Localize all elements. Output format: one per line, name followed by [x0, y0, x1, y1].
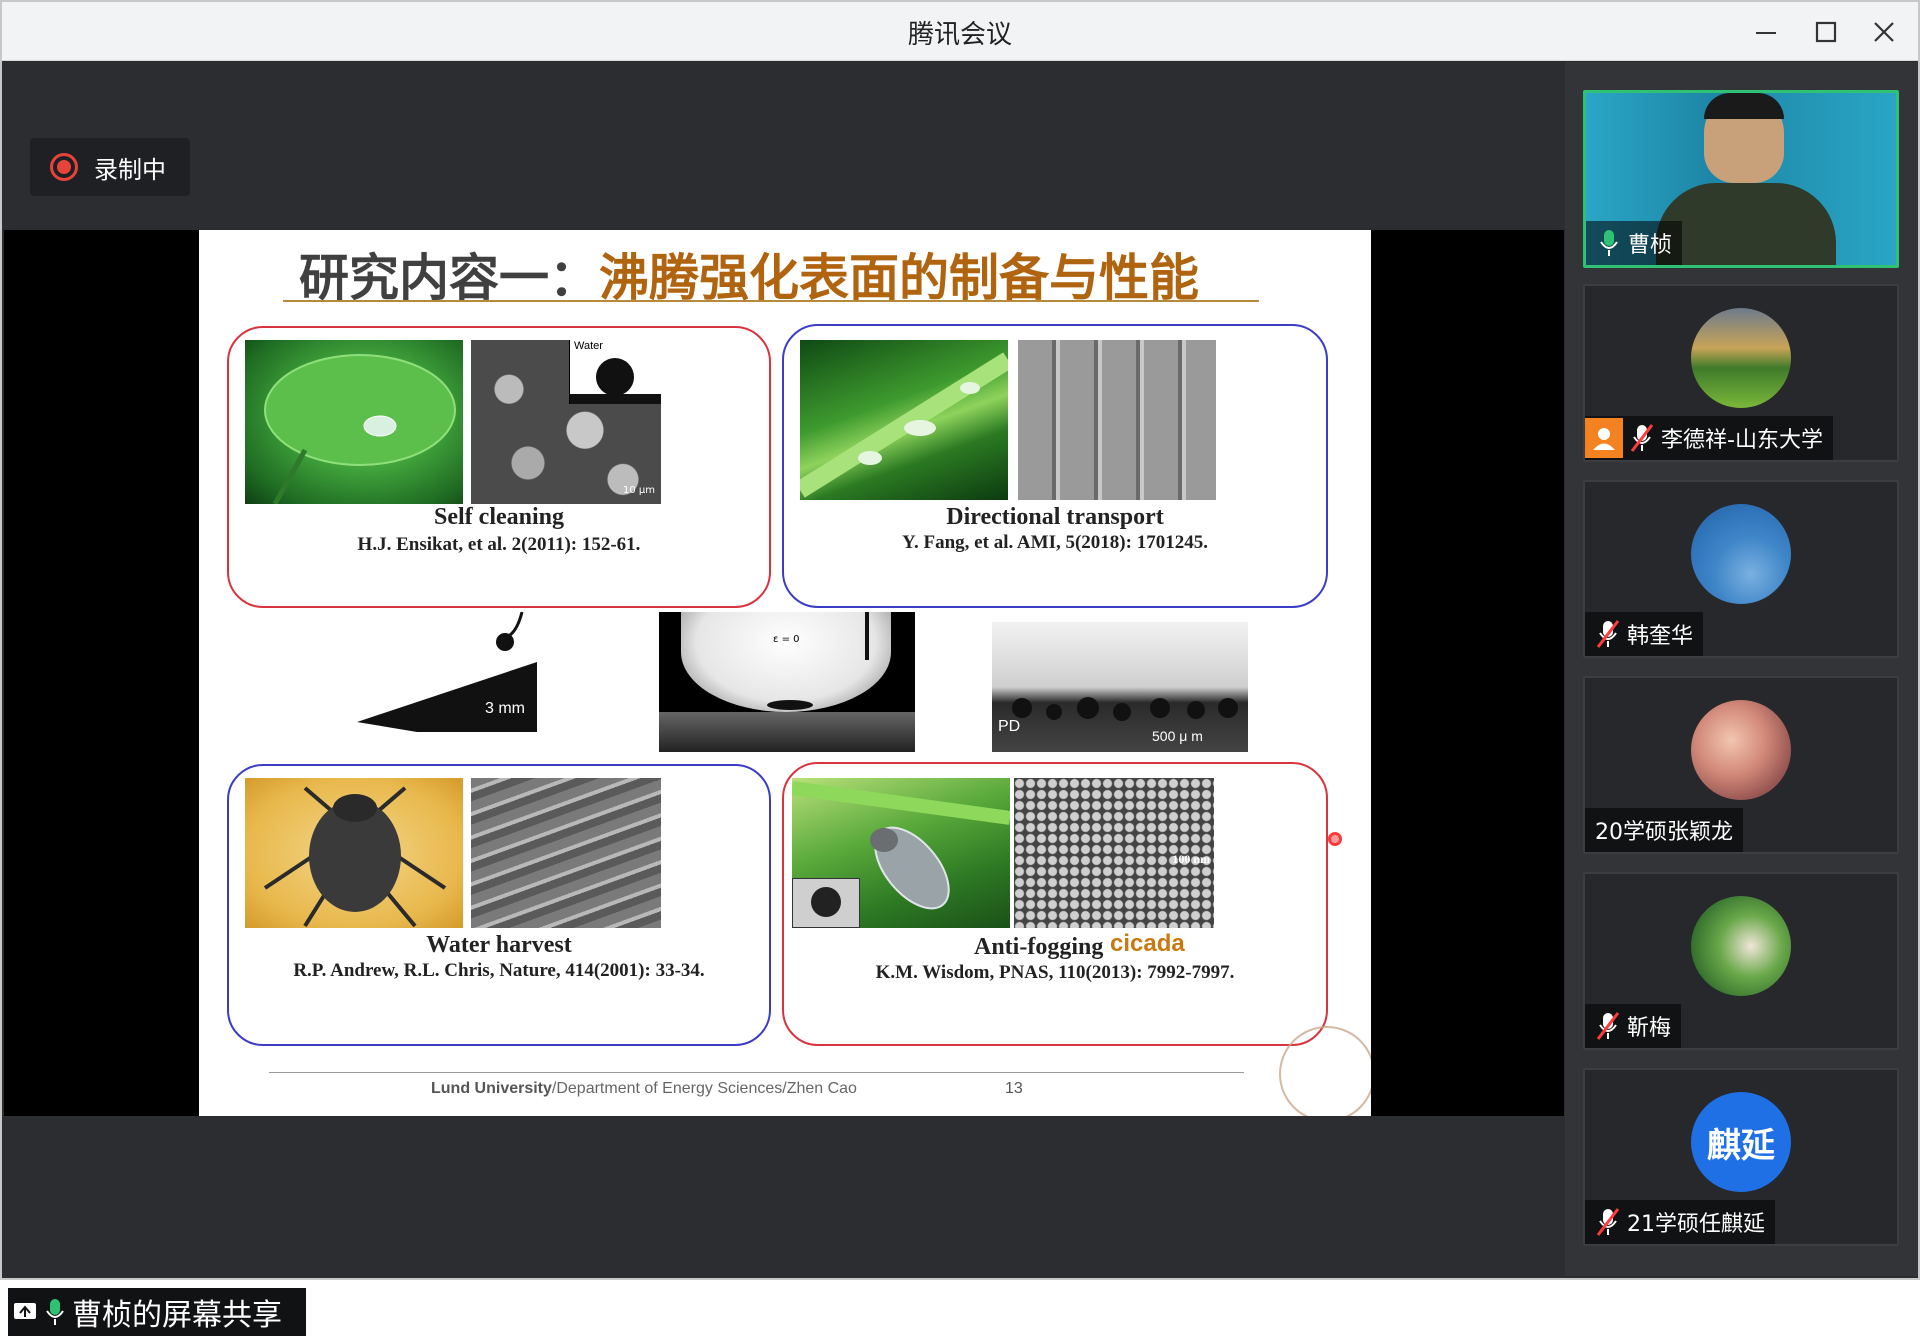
- participant-name: 21学硕任麒延: [1627, 1212, 1765, 1237]
- participant-nametag: 韩奎华: [1585, 612, 1704, 656]
- avatar: [1691, 308, 1791, 408]
- minimize-icon: [1756, 32, 1776, 34]
- participant-name: 韩奎华: [1627, 624, 1694, 649]
- slide-page-number: 13: [1005, 1080, 1023, 1097]
- footer-institution: Lund University: [431, 1080, 552, 1097]
- footer-rule: [269, 1072, 1244, 1073]
- avatar-initials: 麒延: [1691, 1092, 1791, 1192]
- screen-share-icon: [14, 1303, 36, 1319]
- slope-scale-label: 3 mm: [485, 700, 525, 717]
- shared-screen-area: 录制中 研究内容一：沸腾强化表面的制备与性能 Water 10 µm Self …: [4, 62, 1564, 1336]
- footer-department: /Department of Energy Sciences/Zhen Cao: [551, 1080, 857, 1097]
- record-icon: [50, 153, 78, 181]
- participant-nametag: 曹桢: [1586, 221, 1683, 265]
- droplet-array-image: PD 500 μ m: [992, 622, 1248, 752]
- slope-droplet-diagram: 3 mm: [357, 612, 547, 732]
- title-bar: 腾讯会议: [0, 0, 1920, 61]
- title-underline: [283, 300, 1259, 302]
- meeting-window: 腾讯会议 录制中 研究内容一：沸腾强化表面的制备与性能 Water 10 µm …: [0, 0, 1920, 1336]
- participant-tile[interactable]: 李德祥-山东大学: [1583, 284, 1899, 462]
- sem-micro-pillars-image: Water 10 µm: [471, 340, 661, 504]
- panel-title: Directional transport: [946, 504, 1164, 530]
- panel-title: Water harvest: [426, 932, 572, 958]
- participant-name: 李德祥-山东大学: [1661, 428, 1823, 453]
- contact-angle-image: ε = 0: [659, 612, 915, 752]
- microphone-on-icon: [46, 1299, 64, 1325]
- water-inset: Water: [569, 340, 661, 404]
- avatar: [1691, 896, 1791, 996]
- participant-nametag: 李德祥-山东大学: [1585, 416, 1833, 460]
- sem-wax-surface-image: [471, 778, 661, 928]
- droplets-scale-label: 500 μ m: [1152, 728, 1203, 744]
- recording-badge[interactable]: 录制中: [30, 138, 190, 196]
- participant-nametag: 靳梅: [1585, 1004, 1682, 1048]
- panel-title: Self cleaning: [434, 504, 564, 530]
- window-title: 腾讯会议: [907, 20, 1012, 50]
- microphone-muted-icon: [1630, 424, 1654, 452]
- participant-list: 曹桢 李德祥-山东大学 韩奎华 20学硕张颖龙 靳梅 麒延 21学硕任麒延: [1565, 62, 1920, 1276]
- sem-grooves-image: [1018, 340, 1216, 500]
- panel-title: Anti-fogging: [974, 934, 1104, 960]
- avatar: [1691, 504, 1791, 604]
- presentation-slide: 研究内容一：沸腾强化表面的制备与性能 Water 10 µm Self clea…: [199, 230, 1371, 1116]
- participant-tile[interactable]: 曹桢: [1583, 90, 1899, 268]
- water-inset-label: Water: [574, 340, 603, 352]
- participant-nametag: 21学硕任麒延: [1585, 1200, 1775, 1244]
- panel-self-cleaning: Water 10 µm Self cleaning H.J. Ensikat, …: [227, 326, 771, 608]
- cicada-label: cicada: [1110, 930, 1185, 957]
- screen-share-label: 曹桢的屏幕共享: [72, 1298, 282, 1333]
- contact-angle-label: ε = 0: [773, 634, 800, 645]
- slide-title-highlight: 沸腾强化表面的制备与性能: [599, 249, 1199, 307]
- close-icon: [1874, 22, 1894, 42]
- avatar: [1691, 700, 1791, 800]
- microphone-muted-icon: [1596, 620, 1620, 648]
- panel-reference: Y. Fang, et al. AMI, 5(2018): 1701245.: [902, 532, 1208, 553]
- recording-label: 录制中: [94, 155, 166, 184]
- panel-reference: H.J. Ensikat, et al. 2(2011): 152-61.: [357, 534, 641, 555]
- slide-title-prefix: 研究内容一：: [299, 249, 599, 307]
- screen-share-indicator[interactable]: 曹桢的屏幕共享: [8, 1288, 306, 1336]
- panel-reference: R.P. Andrew, R.L. Chris, Nature, 414(200…: [293, 960, 705, 981]
- participant-name: 20学硕张颖龙: [1595, 820, 1733, 845]
- pd-label: PD: [998, 718, 1021, 735]
- university-seal-logo: [1279, 1026, 1371, 1116]
- panel-reference: K.M. Wisdom, PNAS, 110(2013): 7992-7997.: [875, 962, 1235, 983]
- participant-tile[interactable]: 麒延 21学硕任麒延: [1583, 1068, 1899, 1246]
- minimize-button[interactable]: [1744, 10, 1788, 54]
- panel-directional-transport: Directional transport Y. Fang, et al. AM…: [782, 324, 1328, 608]
- participant-name: 曹桢: [1628, 233, 1673, 258]
- laser-pointer: [1328, 832, 1342, 846]
- slide-footer: Lund University/Department of Energy Sci…: [431, 1080, 857, 1098]
- microphone-on-icon: [1600, 230, 1618, 256]
- grass-droplets-photo: [800, 340, 1008, 500]
- participant-tile[interactable]: 20学硕张颖龙: [1583, 676, 1899, 854]
- microphone-muted-icon: [1596, 1012, 1620, 1040]
- sem-nanopillars-image: 100 nm: [1014, 778, 1214, 928]
- cicada-photo: [792, 778, 1010, 928]
- participant-nametag: 20学硕张颖龙: [1585, 808, 1743, 852]
- panel-anti-fogging: 100 nm Anti-fogging cicada K.M. Wisdom, …: [782, 762, 1328, 1046]
- nano-scale-label: 100 nm: [1172, 852, 1210, 866]
- panel-water-harvest: Water harvest R.P. Andrew, R.L. Chris, N…: [227, 764, 771, 1046]
- avatar-initials-text: 麒延: [1707, 1125, 1775, 1166]
- microphone-muted-icon: [1596, 1208, 1620, 1236]
- participant-tile[interactable]: 韩奎华: [1583, 480, 1899, 658]
- maximize-icon: [1815, 21, 1837, 43]
- participant-tile[interactable]: 靳梅: [1583, 872, 1899, 1050]
- beetle-photo: [245, 778, 463, 928]
- lotus-leaf-photo: [245, 340, 463, 504]
- close-button[interactable]: [1862, 10, 1906, 54]
- maximize-button[interactable]: [1804, 10, 1848, 54]
- sem-scale-label: 10 µm: [622, 485, 655, 496]
- participant-name: 靳梅: [1627, 1016, 1672, 1041]
- user-icon: [1585, 418, 1623, 458]
